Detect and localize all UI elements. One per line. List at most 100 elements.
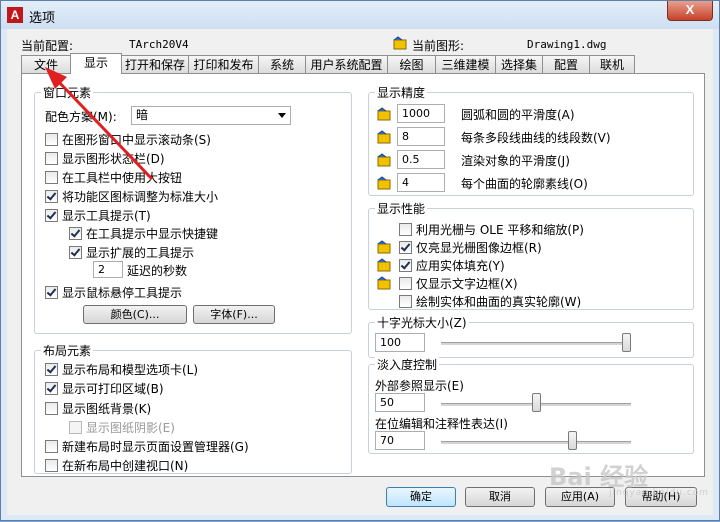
- chevron-down-icon: [278, 113, 286, 118]
- checkbox[interactable]: [399, 258, 412, 272]
- opt-rollover-tooltips[interactable]: 显示鼠标悬停工具提示: [45, 284, 182, 300]
- fade-control-title: 淡入度控制: [375, 356, 440, 373]
- opt-text-frame-only[interactable]: 仅显示文字边框(X): [399, 275, 518, 291]
- checkbox[interactable]: [45, 458, 58, 472]
- arc-smoothness-input[interactable]: 1000: [397, 104, 445, 123]
- opt-status-bar[interactable]: 显示图形状态栏(D): [45, 150, 165, 166]
- drawing-saved-icon: [377, 240, 391, 254]
- color-scheme-label: 配色方案(M):: [45, 110, 117, 124]
- opt-scroll-bars[interactable]: 在图形窗口中显示滚动条(S): [45, 131, 211, 147]
- checkbox[interactable]: [45, 151, 58, 165]
- color-scheme-select[interactable]: 暗: [131, 106, 291, 125]
- drawing-saved-icon: [377, 153, 391, 167]
- opt-large-buttons[interactable]: 在工具栏中使用大按钮: [45, 169, 182, 185]
- crosshair-size-group: 十字光标大小(Z) 100: [368, 314, 694, 358]
- opt-layout-model-tabs[interactable]: 显示布局和模型选项卡(L): [45, 361, 198, 377]
- checkbox[interactable]: [45, 170, 58, 184]
- tab-plot-publish[interactable]: 打印和发布: [188, 55, 259, 73]
- checkbox[interactable]: [45, 132, 58, 146]
- checkbox[interactable]: [399, 222, 412, 236]
- tab-selection[interactable]: 选择集: [495, 55, 543, 73]
- opt-page-setup-manager[interactable]: 新建布局时显示页面设置管理器(G): [45, 438, 249, 454]
- checkbox[interactable]: [45, 401, 58, 415]
- checkbox[interactable]: [45, 439, 58, 453]
- xref-display-label: 外部参照显示(E): [375, 379, 464, 393]
- checkbox[interactable]: [69, 245, 82, 259]
- render-smoothness-input[interactable]: 0.5: [397, 150, 445, 169]
- display-tab-panel: 窗口元素 配色方案(M): 暗 在图形窗口中显示滚动条(S) 显示图形状态栏(D…: [21, 73, 705, 477]
- render-smoothness-label: 渲染对象的平滑度(J): [461, 154, 570, 168]
- tab-system[interactable]: 系统: [258, 55, 306, 73]
- opt-raster-frame-highlight[interactable]: 仅亮显光栅图像边框(R): [399, 239, 542, 255]
- option-label: 在新布局中创建视口(N): [62, 458, 189, 473]
- ok-button[interactable]: 确定: [386, 487, 456, 507]
- opt-raster-ole-pan[interactable]: 利用光栅与 OLE 平移和缩放(P): [399, 221, 584, 237]
- option-label: 新建布局时显示页面设置管理器(G): [62, 439, 249, 454]
- inplace-edit-input[interactable]: 70: [375, 431, 425, 450]
- checkbox[interactable]: [45, 285, 58, 299]
- fonts-button[interactable]: 字体(F)...: [193, 305, 275, 324]
- title-bar[interactable]: A 选项 X: [1, 1, 719, 29]
- checkbox[interactable]: [45, 189, 58, 203]
- tab-open-save[interactable]: 打开和保存: [121, 55, 189, 73]
- current-profile-label: 当前配置:: [21, 39, 74, 53]
- cancel-button[interactable]: 取消: [465, 487, 535, 507]
- opt-printable-area[interactable]: 显示可打印区域(B): [45, 380, 164, 396]
- drawing-saved-icon: [377, 107, 391, 121]
- option-label: 在工具栏中使用大按钮: [62, 170, 183, 185]
- tab-profiles[interactable]: 配置: [542, 55, 590, 73]
- option-label: 显示可打印区域(B): [62, 381, 164, 396]
- tab-drafting[interactable]: 绘图: [387, 55, 436, 73]
- crosshair-size-slider[interactable]: [622, 333, 631, 352]
- tab-user-preferences[interactable]: 用户系统配置: [305, 55, 388, 73]
- options-dialog: A 选项 X 当前配置: TArch20V4 当前图形: Drawing1.dw…: [0, 0, 720, 521]
- opt-extended-tooltips[interactable]: 显示扩展的工具提示: [69, 244, 194, 260]
- opt-solid-fill[interactable]: 应用实体填充(Y): [399, 257, 505, 273]
- opt-tooltips[interactable]: 显示工具提示(T): [45, 207, 151, 223]
- option-label: 利用光栅与 OLE 平移和缩放(P): [416, 222, 584, 237]
- polyline-segments-input[interactable]: 8: [397, 127, 445, 146]
- opt-true-silhouettes[interactable]: 绘制实体和曲面的真实轮廓(W): [399, 293, 581, 309]
- checkbox[interactable]: [399, 240, 412, 254]
- option-label: 显示图纸阴影(E): [86, 420, 175, 435]
- delay-seconds-input[interactable]: 2: [93, 261, 123, 278]
- autocad-app-icon: A: [7, 7, 23, 23]
- option-label: 绘制实体和曲面的真实轮廓(W): [416, 294, 582, 309]
- tab-3d-modeling[interactable]: 三维建模: [435, 55, 496, 73]
- polyline-segments-label: 每条多段线曲线的线段数(V): [461, 131, 611, 145]
- contour-lines-label: 每个曲面的轮廓素线(O): [461, 177, 588, 191]
- inplace-edit-label: 在位编辑和注释性表达(I): [375, 417, 508, 431]
- checkbox[interactable]: [45, 362, 58, 376]
- colors-button[interactable]: 颜色(C)...: [83, 305, 187, 324]
- checkbox[interactable]: [45, 381, 58, 395]
- crosshair-size-track: [441, 342, 631, 345]
- checkbox[interactable]: [45, 208, 58, 222]
- xref-display-slider[interactable]: [531, 393, 541, 412]
- arc-smoothness-label: 圆弧和圆的平滑度(A): [461, 108, 575, 122]
- current-drawing-value: Drawing1.dwg: [527, 38, 607, 51]
- inplace-edit-slider[interactable]: [567, 431, 577, 450]
- opt-tooltip-shortcuts[interactable]: 在工具提示中显示快捷键: [69, 225, 218, 241]
- tab-display[interactable]: 显示: [70, 53, 122, 74]
- drawing-saved-icon: [377, 176, 391, 190]
- contour-lines-input[interactable]: 4: [397, 173, 445, 192]
- opt-ribbon-icons[interactable]: 将功能区图标调整为标准大小: [45, 188, 218, 204]
- crosshair-size-input[interactable]: 100: [375, 333, 425, 352]
- option-label: 显示鼠标悬停工具提示: [62, 285, 183, 300]
- tab-files[interactable]: 文件: [21, 55, 71, 73]
- checkbox[interactable]: [69, 226, 82, 240]
- drawing-saved-icon: [377, 258, 391, 272]
- option-label: 仅亮显光栅图像边框(R): [416, 240, 542, 255]
- display-performance-title: 显示性能: [375, 200, 428, 217]
- fade-control-group: 淡入度控制 外部参照显示(E) 50 在位编辑和注释性表达(I) 70: [368, 356, 694, 454]
- opt-paper-shadow: 显示图纸阴影(E): [69, 419, 175, 435]
- delay-seconds-label: 延迟的秒数: [127, 264, 188, 278]
- xref-display-input[interactable]: 50: [375, 393, 425, 412]
- close-button[interactable]: X: [667, 1, 713, 21]
- checkbox[interactable]: [399, 294, 412, 308]
- opt-paper-background[interactable]: 显示图纸背景(K): [45, 400, 151, 416]
- opt-create-viewport[interactable]: 在新布局中创建视口(N): [45, 457, 188, 473]
- tab-online[interactable]: 联机: [589, 55, 635, 73]
- checkbox: [69, 420, 82, 434]
- checkbox[interactable]: [399, 276, 412, 290]
